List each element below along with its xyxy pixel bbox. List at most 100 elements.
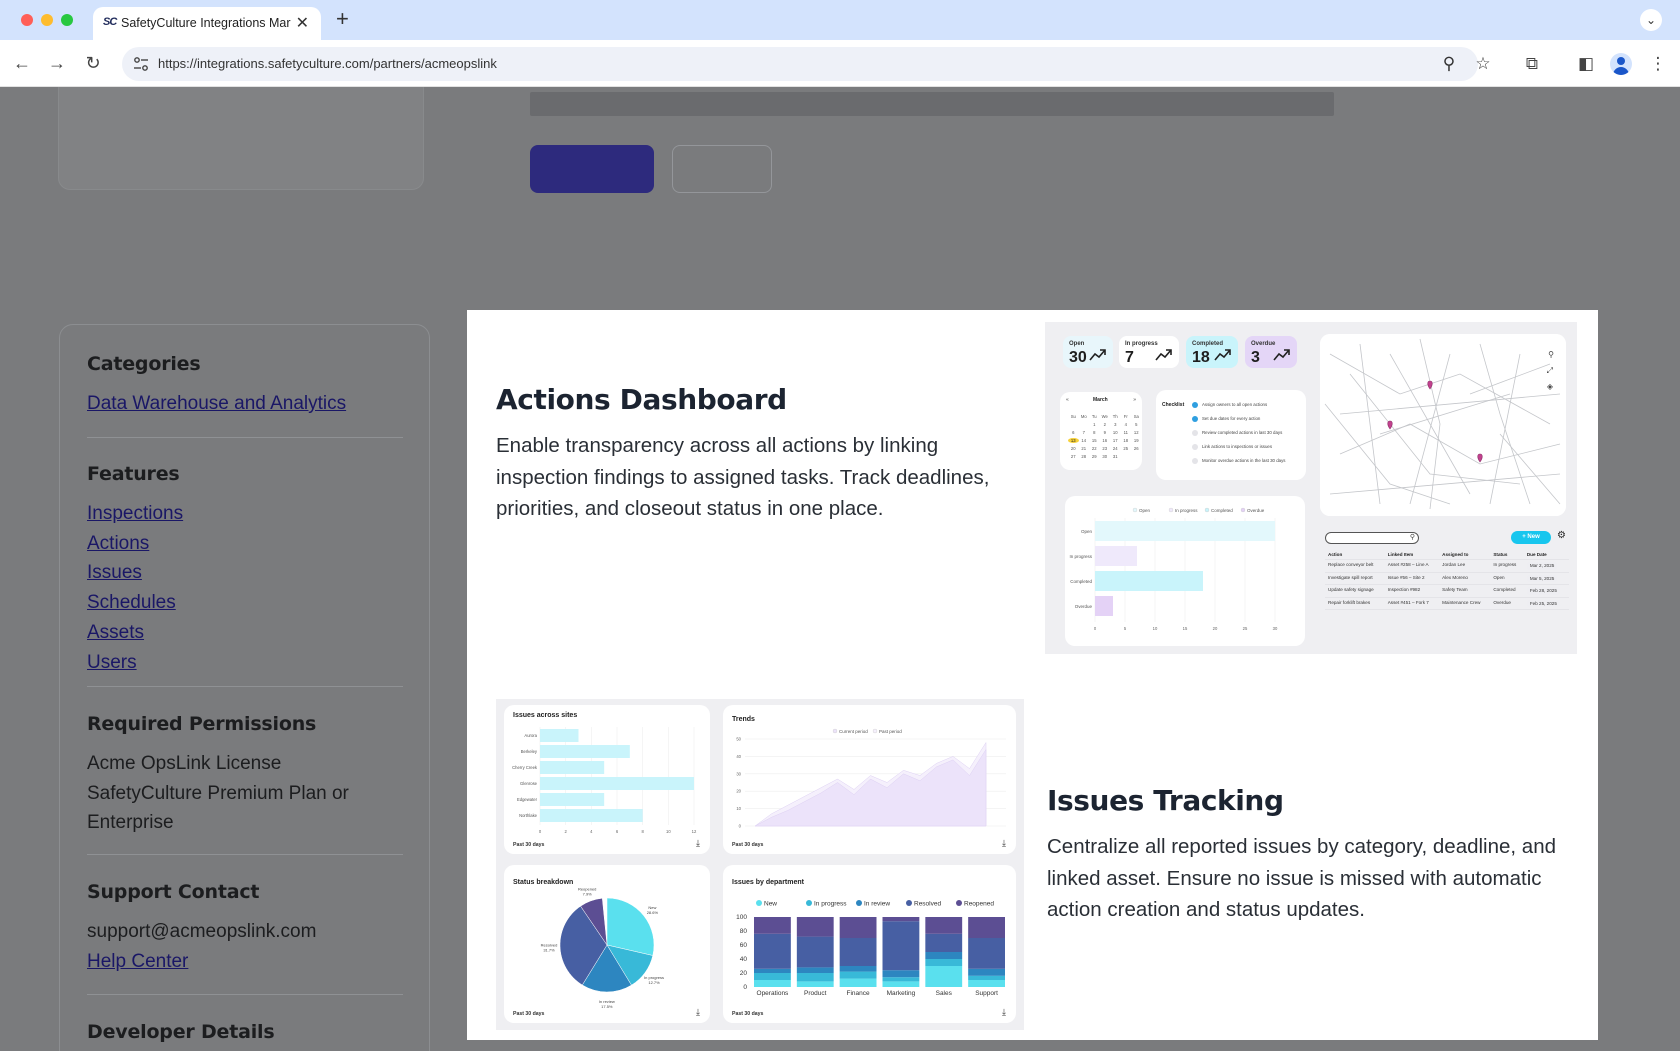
calendar-day[interactable]: 25 xyxy=(1121,446,1132,451)
column-header[interactable]: Status xyxy=(1490,550,1524,561)
map-zoom-icon[interactable]: ⚲ xyxy=(1548,350,1554,359)
prev-month-icon[interactable]: « xyxy=(1066,397,1069,403)
calendar-day[interactable]: Mo xyxy=(1079,414,1090,419)
table-row[interactable]: Replace conveyor belt Asset #258 – Line A… xyxy=(1325,559,1569,573)
calendar-day[interactable]: 29 xyxy=(1089,454,1100,459)
calendar-day[interactable]: 12 xyxy=(1131,430,1142,435)
calendar-day[interactable]: 23 xyxy=(1100,446,1111,451)
more-menu-icon[interactable]: ⋮ xyxy=(1646,52,1670,76)
profile-avatar[interactable] xyxy=(1610,53,1632,75)
calendar-day xyxy=(1079,422,1090,427)
calendar-day[interactable]: 27 xyxy=(1068,454,1079,459)
column-header[interactable]: Due Date xyxy=(1523,550,1569,561)
calendar-day[interactable]: 30 xyxy=(1100,454,1111,459)
download-icon[interactable]: ⤓ xyxy=(1002,1007,1006,1018)
column-header[interactable]: Action xyxy=(1325,550,1385,561)
table-row[interactable]: Investigate spill report Issue #56 – Site… xyxy=(1325,572,1569,586)
calendar-day[interactable]: 10 xyxy=(1110,430,1121,435)
side-panel-icon[interactable]: ◧ xyxy=(1574,52,1598,76)
download-icon[interactable]: ⤓ xyxy=(1002,838,1006,849)
help-center-link[interactable]: Help Center xyxy=(87,947,407,977)
stacked-bar-segment xyxy=(882,977,920,982)
map-view[interactable] xyxy=(1320,334,1566,516)
table-row[interactable]: Repair forklift brakes Asset #451 – Fork … xyxy=(1325,597,1569,611)
feature-link-schedules[interactable]: Schedules xyxy=(87,588,407,618)
bookmark-star-icon[interactable]: ☆ xyxy=(1472,53,1494,75)
calendar-day[interactable]: 28 xyxy=(1079,454,1090,459)
new-action-button[interactable]: + New xyxy=(1511,531,1551,544)
gear-icon[interactable]: ⚙ xyxy=(1557,530,1566,541)
zoom-icon[interactable]: ⚲ xyxy=(1438,53,1460,75)
calendar-day[interactable]: 18 xyxy=(1121,438,1132,443)
feature-link-assets[interactable]: Assets xyxy=(87,618,407,648)
checked-icon[interactable] xyxy=(1192,416,1198,422)
forward-arrow-icon[interactable]: → xyxy=(45,51,69,75)
calendar-day[interactable]: 16 xyxy=(1100,438,1111,443)
calendar-day[interactable]: Fr xyxy=(1121,414,1132,419)
unchecked-icon[interactable] xyxy=(1192,430,1198,436)
next-month-icon[interactable]: » xyxy=(1133,397,1136,403)
browser-tab-active[interactable]: SC SafetyCulture Integrations Market... … xyxy=(93,7,321,40)
legend-label: In progress xyxy=(814,901,847,908)
map-expand-icon[interactable]: ⤢ xyxy=(1547,366,1553,376)
close-tab-icon[interactable]: ✕ xyxy=(296,13,309,33)
table-cell: Issue #56 – Site 2 xyxy=(1384,572,1440,586)
secondary-action-button[interactable] xyxy=(672,145,772,193)
calendar-day[interactable]: 9 xyxy=(1100,430,1111,435)
new-tab-button[interactable]: + xyxy=(336,7,349,31)
calendar-day[interactable]: 5 xyxy=(1131,422,1142,427)
calendar-day[interactable]: 11 xyxy=(1121,430,1132,435)
download-icon[interactable]: ⤓ xyxy=(696,1007,700,1018)
site-settings-icon[interactable] xyxy=(132,55,150,73)
calendar-day[interactable]: 3 xyxy=(1110,422,1121,427)
table-search-input[interactable]: ⚲ xyxy=(1325,532,1419,544)
column-header[interactable]: Assigned to xyxy=(1439,550,1491,561)
feature-link-actions[interactable]: Actions xyxy=(87,529,407,559)
close-window-button[interactable] xyxy=(21,14,33,26)
minimize-window-button[interactable] xyxy=(41,14,53,26)
map-layers-icon[interactable]: ◈ xyxy=(1547,382,1553,391)
feature-link-users[interactable]: Users xyxy=(87,648,407,678)
calendar-day[interactable]: 21 xyxy=(1079,446,1090,451)
maximize-window-button[interactable] xyxy=(61,14,73,26)
calendar-day[interactable]: 24 xyxy=(1110,446,1121,451)
checklist-item-text: Review completed actions in last 30 days xyxy=(1202,430,1283,435)
extensions-icon[interactable]: ⧉ xyxy=(1520,52,1544,76)
calendar-day[interactable]: 19 xyxy=(1131,438,1142,443)
calendar-day[interactable]: 8 xyxy=(1089,430,1100,435)
address-bar[interactable]: https://integrations.safetyculture.com/p… xyxy=(122,47,1491,81)
chevron-down-icon[interactable]: ⌄ xyxy=(1640,9,1662,31)
calendar-day[interactable]: 26 xyxy=(1131,446,1142,451)
table-cell: Safety Team xyxy=(1439,584,1491,598)
table-row[interactable]: Update safety signage Inspection #982 Safe… xyxy=(1325,584,1569,598)
unchecked-icon[interactable] xyxy=(1192,444,1198,450)
calendar-day[interactable]: Tu xyxy=(1089,414,1100,419)
feature-link-inspections[interactable]: Inspections xyxy=(87,499,407,529)
legend-swatch xyxy=(1132,507,1138,513)
column-header[interactable]: Linked Item xyxy=(1384,550,1440,561)
reload-icon[interactable]: ↻ xyxy=(81,51,105,75)
calendar-day[interactable]: Sa xyxy=(1131,414,1142,419)
primary-action-button[interactable] xyxy=(530,145,654,193)
checked-icon[interactable] xyxy=(1192,402,1198,408)
feature-link-issues[interactable]: Issues xyxy=(87,558,407,588)
calendar-day[interactable]: 1 xyxy=(1089,422,1100,427)
calendar-day[interactable]: 17 xyxy=(1110,438,1121,443)
calendar-day[interactable]: 14 xyxy=(1079,438,1090,443)
calendar-day[interactable]: 2 xyxy=(1100,422,1111,427)
calendar-day[interactable]: Th xyxy=(1110,414,1121,419)
calendar-day[interactable]: We xyxy=(1100,414,1111,419)
calendar-day[interactable]: 20 xyxy=(1068,446,1079,451)
calendar-day[interactable]: 4 xyxy=(1121,422,1132,427)
download-icon[interactable]: ⤓ xyxy=(696,838,700,849)
unchecked-icon[interactable] xyxy=(1192,458,1198,464)
calendar-day[interactable]: 13 xyxy=(1068,438,1079,443)
calendar-day[interactable]: 6 xyxy=(1068,430,1079,435)
category-link-data-warehouse[interactable]: Data Warehouse and Analytics xyxy=(87,389,407,419)
back-arrow-icon[interactable]: ← xyxy=(10,51,34,75)
calendar-day[interactable]: Su xyxy=(1068,414,1079,419)
calendar-day[interactable]: 7 xyxy=(1079,430,1090,435)
calendar-day[interactable]: 31 xyxy=(1110,454,1121,459)
calendar-day[interactable]: 22 xyxy=(1089,446,1100,451)
calendar-day[interactable]: 15 xyxy=(1089,438,1100,443)
